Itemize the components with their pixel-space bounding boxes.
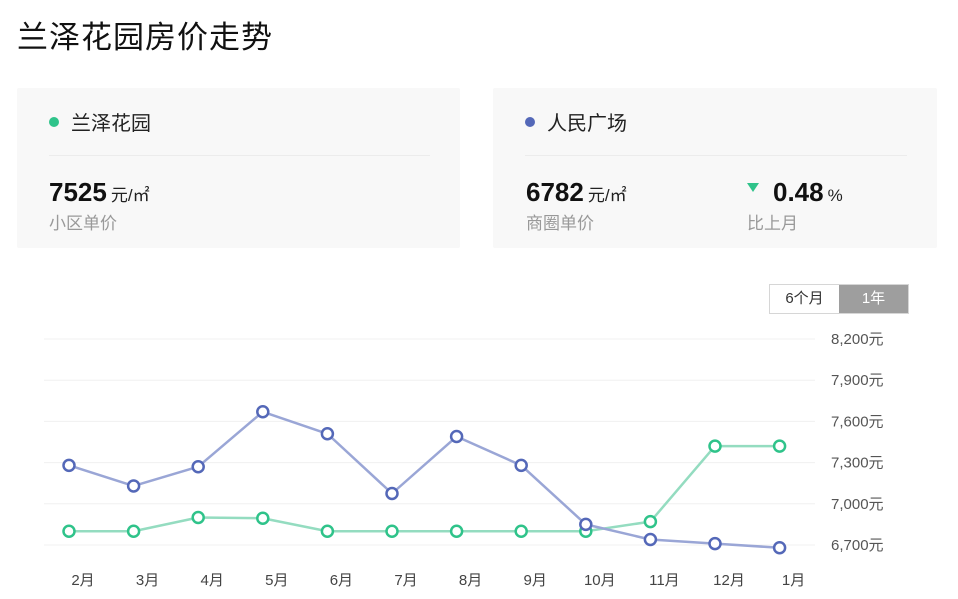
x-tick-label: 11月 bbox=[649, 572, 680, 589]
x-tick-label: 4月 bbox=[201, 572, 224, 589]
data-point bbox=[191, 459, 205, 474]
data-point bbox=[643, 532, 658, 547]
x-tick-label: 2月 bbox=[71, 572, 94, 589]
y-tick-label: 7,000元 bbox=[831, 496, 884, 513]
x-tick-label: 5月 bbox=[265, 572, 288, 589]
data-point bbox=[643, 514, 658, 529]
data-point bbox=[514, 458, 528, 473]
data-point bbox=[579, 517, 593, 532]
data-point bbox=[256, 511, 270, 525]
series-line bbox=[69, 444, 780, 533]
data-point bbox=[708, 536, 722, 551]
data-point bbox=[449, 524, 464, 539]
data-point bbox=[62, 458, 76, 473]
data-point bbox=[385, 486, 399, 501]
x-tick-label: 9月 bbox=[524, 572, 547, 589]
x-tick-label: 6月 bbox=[330, 572, 353, 589]
y-tick-label: 7,300元 bbox=[831, 455, 884, 472]
y-tick-label: 6,700元 bbox=[831, 537, 884, 554]
y-tick-label: 7,900元 bbox=[831, 372, 884, 389]
x-tick-label: 3月 bbox=[136, 572, 159, 589]
data-point bbox=[320, 427, 335, 441]
data-point bbox=[320, 524, 335, 539]
price-trend-chart: 6,700元 7,000元 7,300元 7,600元 7,900元 8,200元 2月 3月… bbox=[44, 331, 884, 589]
data-point bbox=[126, 524, 141, 539]
x-tick-label: 7月 bbox=[394, 572, 417, 589]
data-point bbox=[62, 524, 76, 539]
series-line bbox=[68, 410, 780, 549]
data-point bbox=[449, 429, 464, 444]
y-tick-label: 7,600元 bbox=[831, 413, 884, 430]
x-tick-label: 1月 bbox=[782, 572, 805, 589]
data-point bbox=[385, 524, 399, 539]
data-point bbox=[191, 510, 205, 525]
x-tick-label: 10月 bbox=[584, 572, 616, 589]
data-point bbox=[126, 479, 141, 493]
y-tick-label: 8,200元 bbox=[831, 331, 884, 348]
data-point bbox=[256, 405, 270, 419]
data-point bbox=[514, 524, 528, 539]
data-point bbox=[708, 439, 722, 453]
x-tick-label: 12月 bbox=[713, 572, 745, 589]
data-point bbox=[772, 439, 787, 453]
x-tick-label: 8月 bbox=[459, 572, 482, 589]
data-point bbox=[772, 540, 787, 555]
